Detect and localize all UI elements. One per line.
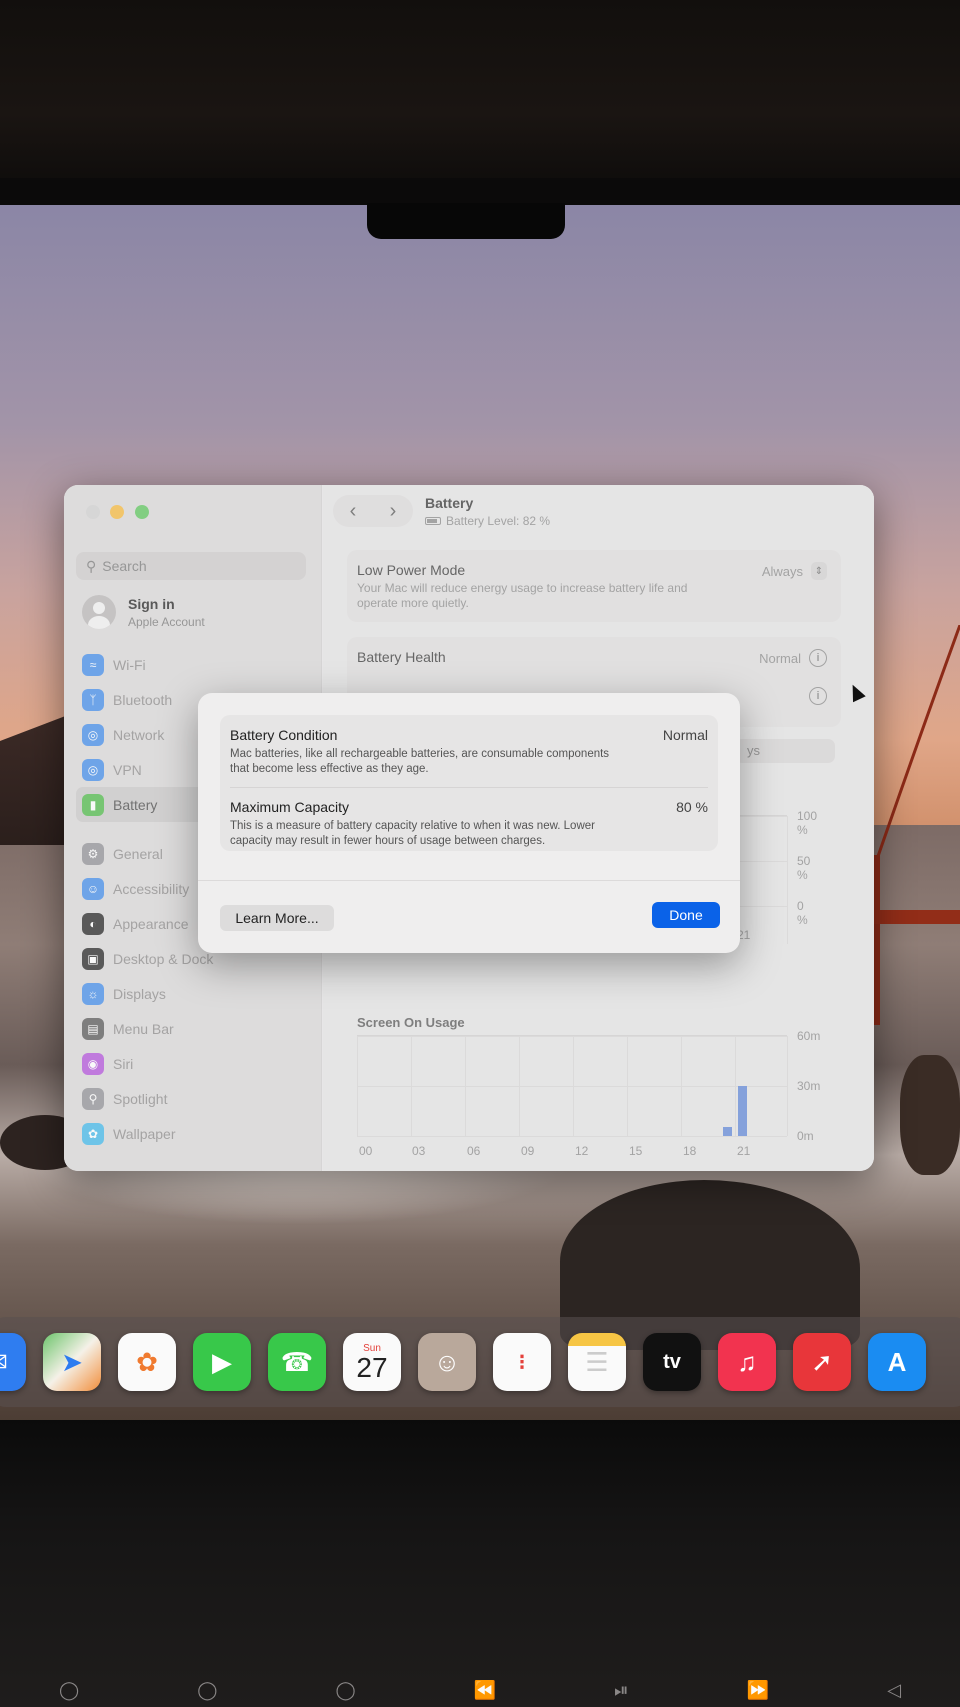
volume-icon: ◁ — [887, 1680, 901, 1700]
maximum-capacity-value: 80 % — [676, 799, 708, 815]
battery-condition-label: Battery Condition — [230, 727, 338, 743]
done-button[interactable]: Done — [652, 902, 720, 928]
maximum-capacity-row: Maximum Capacity This is a measure of ba… — [230, 799, 708, 849]
battery-health-dialog: Battery Condition Mac batteries, like al… — [198, 693, 740, 953]
notes-icon[interactable]: ☰ — [568, 1333, 626, 1391]
contacts-icon[interactable]: ☺ — [418, 1333, 476, 1391]
battery-health-details: Battery Condition Mac batteries, like al… — [220, 715, 718, 851]
battery-condition-value: Normal — [662, 727, 708, 743]
reminders-icon[interactable]: ⋮ — [493, 1333, 551, 1391]
wallpaper-rock — [900, 1055, 960, 1175]
divider — [198, 880, 740, 881]
phone-icon[interactable]: ☎ — [268, 1333, 326, 1391]
key-icon: ◯ — [197, 1680, 218, 1700]
maps-icon[interactable]: ➤ — [43, 1333, 101, 1391]
apple-tv-icon[interactable]: tv — [643, 1333, 701, 1391]
battery-condition-description: Mac batteries, like all rechargeable bat… — [230, 748, 610, 775]
app-store-icon[interactable]: A — [868, 1333, 926, 1391]
maximum-capacity-label: Maximum Capacity — [230, 799, 350, 815]
rewind-icon: ⏪ — [473, 1680, 497, 1700]
rocket-icon[interactable]: ➚ — [793, 1333, 851, 1391]
fast-forward-icon: ⏩ — [746, 1680, 770, 1700]
facetime-icon[interactable]: ▶ — [193, 1333, 251, 1391]
mail-icon[interactable]: ✉ — [0, 1333, 26, 1391]
battery-condition-row: Battery Condition Mac batteries, like al… — [230, 727, 708, 777]
laptop-keyboard-area — [0, 1420, 960, 1707]
function-keys-row: ◯ ◯ ◯ ⏪ ⏯ ⏩ ◁ — [0, 1680, 960, 1707]
learn-more-button[interactable]: Learn More... — [220, 905, 334, 931]
photo-background-top — [0, 0, 960, 190]
photos-icon[interactable]: ✿ — [118, 1333, 176, 1391]
calendar-icon[interactable]: Sun 27 — [343, 1333, 401, 1391]
divider — [230, 787, 708, 788]
wallpaper-bridge — [870, 625, 960, 1025]
play-pause-icon: ⏯ — [614, 1680, 629, 1700]
calendar-date: 27 — [356, 1351, 388, 1383]
dock: ✉ ➤ ✿ ▶ ☎ Sun27 ☺ ⋮ ☰ tv ♫ ➚ A — [0, 1317, 960, 1407]
key-icon: ◯ — [59, 1680, 80, 1700]
camera-notch — [367, 203, 565, 239]
key-icon: ◯ — [335, 1680, 356, 1700]
music-icon[interactable]: ♫ — [718, 1333, 776, 1391]
maximum-capacity-description: This is a measure of battery capacity re… — [230, 820, 595, 847]
